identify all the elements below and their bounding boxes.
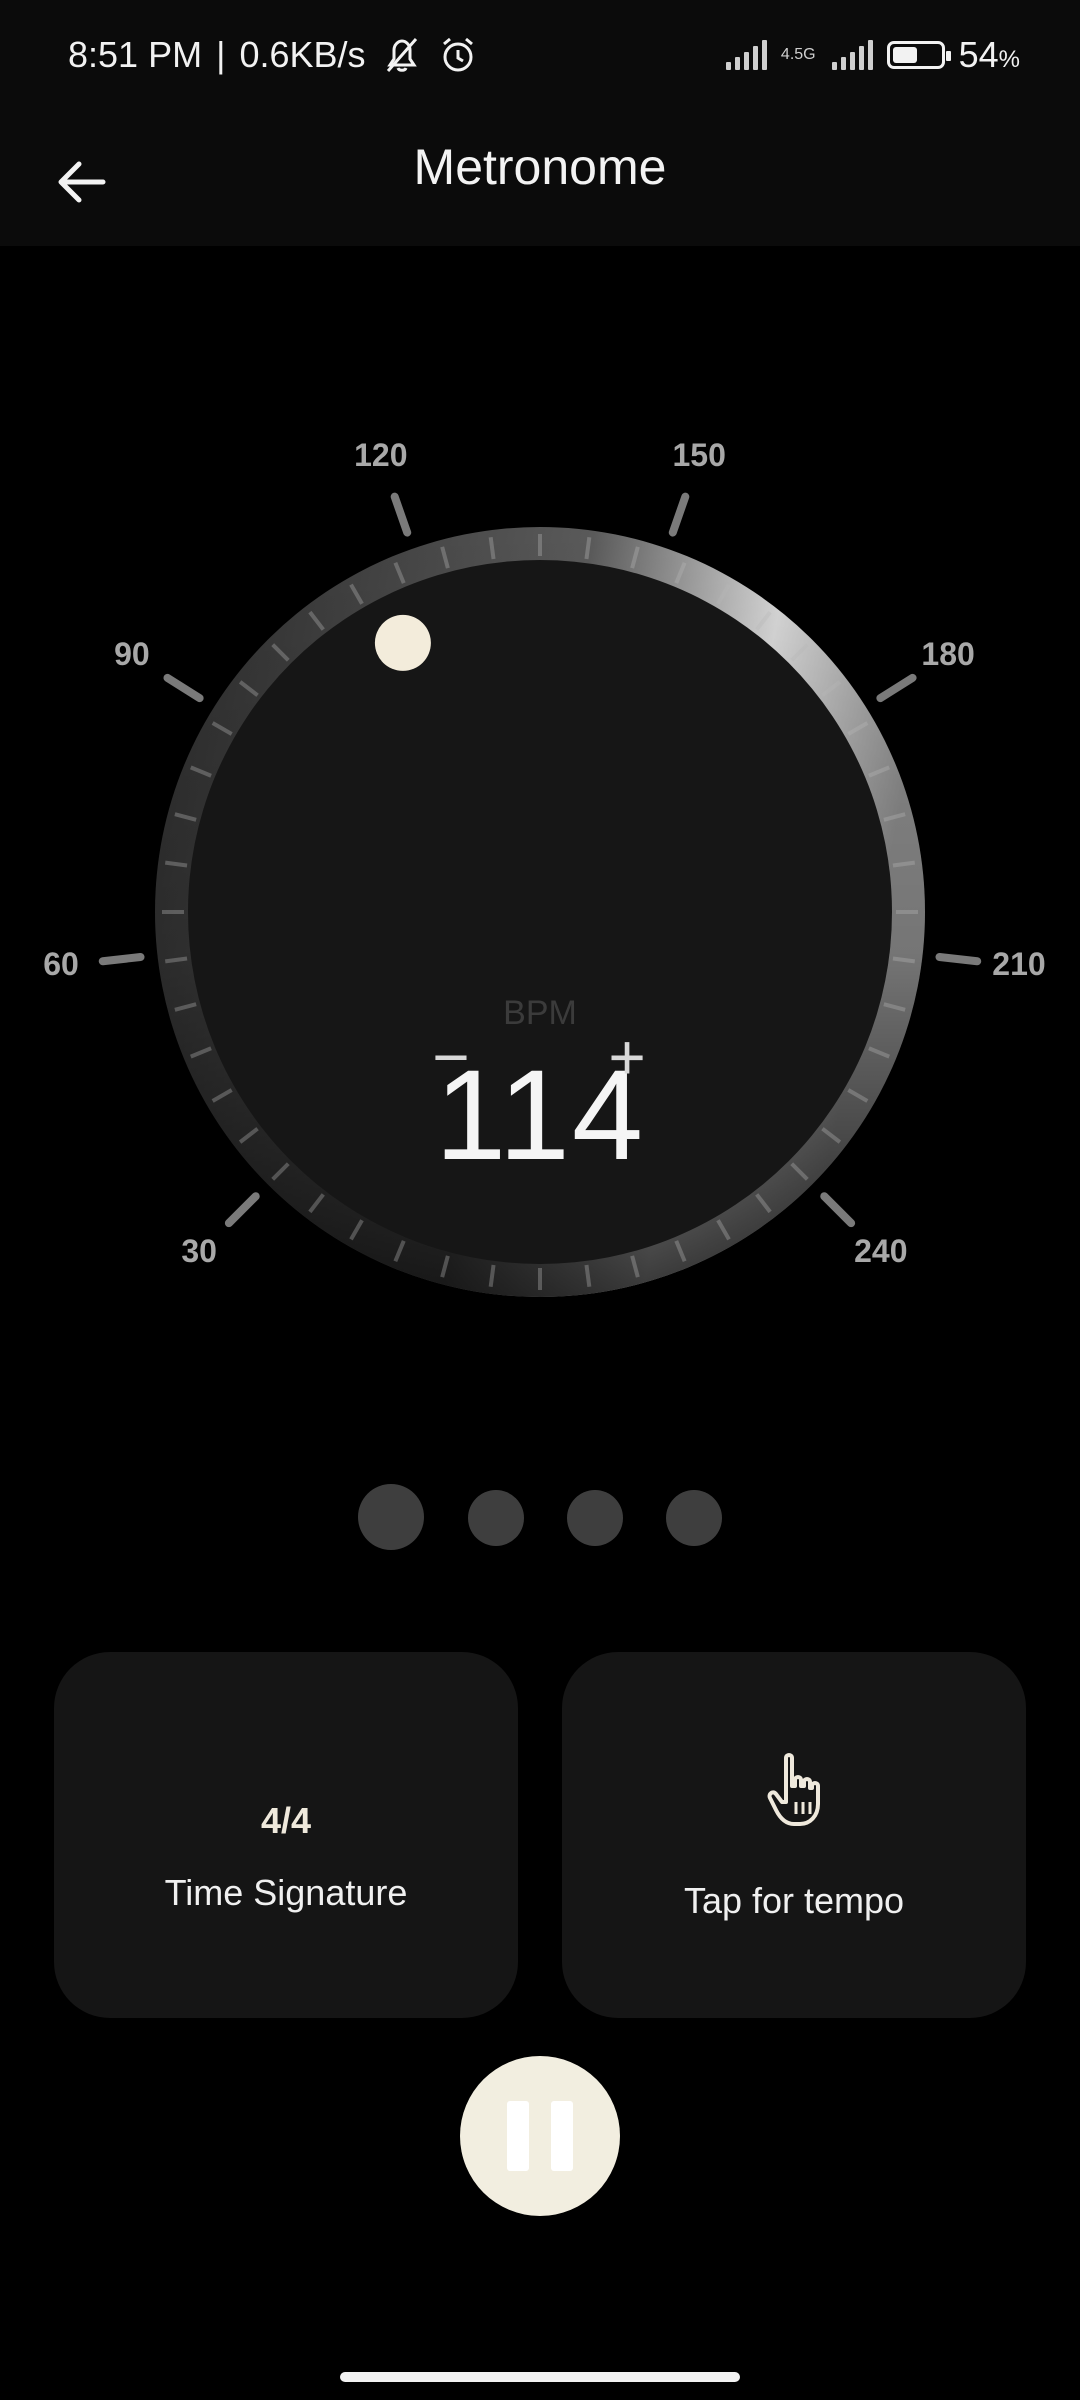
battery-fill bbox=[892, 47, 918, 63]
status-separator: | bbox=[216, 34, 226, 75]
fine-tick bbox=[488, 536, 496, 560]
status-left: 8:51 PM | 0.6KB/s bbox=[68, 34, 478, 76]
fine-tick bbox=[584, 536, 592, 560]
pause-icon-bar-right bbox=[551, 2101, 573, 2171]
major-tick-120 bbox=[390, 492, 412, 537]
major-tick-210 bbox=[935, 953, 982, 966]
time-signature-card[interactable]: 4/4 Time Signature bbox=[54, 1652, 518, 2018]
time-signature-value: 4/4 bbox=[260, 1800, 312, 1841]
signal-icon bbox=[725, 40, 767, 70]
dial-tick-label-210: 210 bbox=[992, 945, 1046, 982]
home-indicator[interactable] bbox=[340, 2372, 740, 2382]
status-right: 4.5G 54% bbox=[725, 34, 1020, 76]
beat-dot-3[interactable] bbox=[567, 1490, 623, 1546]
beat-dot-4[interactable] bbox=[666, 1490, 722, 1546]
dial-tick-label-30: 30 bbox=[181, 1232, 217, 1269]
dial-tick-label-180: 180 bbox=[921, 635, 975, 672]
fine-tick bbox=[892, 956, 916, 964]
app-bar: Metronome bbox=[0, 118, 1080, 246]
pause-icon-bar-left bbox=[507, 2101, 529, 2171]
fine-tick bbox=[164, 956, 188, 964]
network-type: 4.5G bbox=[780, 46, 816, 63]
network-speed: 0.6KB/s bbox=[239, 34, 366, 75]
dial-tick-label-60: 60 bbox=[43, 945, 79, 982]
page-title: Metronome bbox=[413, 139, 667, 195]
pointing-hand-icon bbox=[767, 1753, 820, 1826]
tempo-dial[interactable] bbox=[0, 246, 1080, 1446]
tap-tempo-card[interactable]: Tap for tempo bbox=[562, 1652, 1026, 2018]
major-tick-240 bbox=[820, 1192, 856, 1228]
decrease-bpm-button[interactable]: − bbox=[406, 1012, 496, 1102]
dial-tick-label-150: 150 bbox=[672, 437, 726, 474]
fine-tick bbox=[892, 860, 916, 868]
fine-tick bbox=[164, 860, 188, 868]
pause-button[interactable] bbox=[460, 2056, 620, 2216]
beat-dot-1[interactable] bbox=[358, 1484, 424, 1550]
tap-tempo-label: Tap for tempo bbox=[683, 1880, 905, 1921]
mute-bell-icon bbox=[386, 38, 417, 72]
signal-icon-2 bbox=[831, 40, 873, 70]
dial-tick-label-120: 120 bbox=[354, 437, 408, 474]
major-tick-180 bbox=[876, 673, 917, 703]
tempo-dial-area: 30 60 90 120 150 180 210 240 BPM 114 − + bbox=[0, 246, 1080, 1446]
fine-tick bbox=[584, 1264, 592, 1288]
dial-tick-label-240: 240 bbox=[854, 1232, 908, 1269]
dial-tick-label-90: 90 bbox=[114, 635, 150, 672]
battery-percent: 54% bbox=[958, 34, 1020, 75]
alarm-icon bbox=[442, 37, 473, 72]
status-time: 8:51 PM bbox=[68, 34, 203, 75]
battery-icon bbox=[886, 41, 951, 69]
time-signature-label: Time Signature bbox=[164, 1872, 408, 1913]
tempo-knob[interactable] bbox=[374, 614, 431, 671]
bpm-label: BPM bbox=[503, 994, 577, 1032]
major-tick-30 bbox=[224, 1192, 260, 1228]
beat-dot-2[interactable] bbox=[468, 1490, 524, 1546]
status-bar: 8:51 PM | 0.6KB/s 4.5G 54% bbox=[0, 0, 1080, 118]
major-tick-90 bbox=[163, 673, 204, 703]
bpm-value: 114 bbox=[434, 1044, 646, 1187]
major-tick-60 bbox=[98, 953, 145, 966]
increase-bpm-button[interactable]: + bbox=[582, 1012, 672, 1102]
fine-tick bbox=[488, 1264, 496, 1288]
major-tick-150 bbox=[668, 492, 690, 537]
